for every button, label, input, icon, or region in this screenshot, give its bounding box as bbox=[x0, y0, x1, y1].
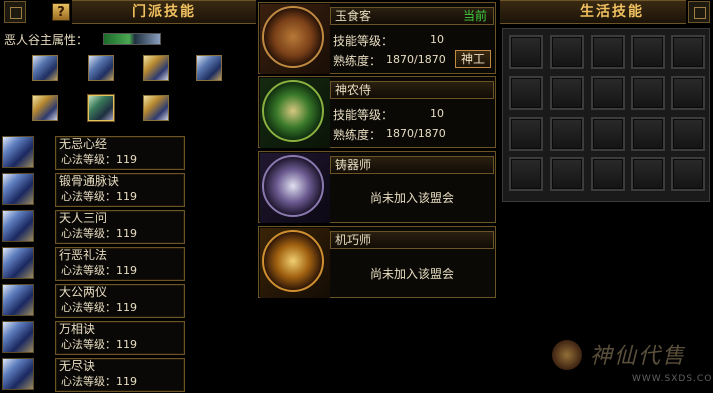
skill-book-icon[interactable] bbox=[2, 321, 34, 353]
left-header: 门派技能 bbox=[72, 0, 256, 24]
skill-book-icon[interactable] bbox=[2, 284, 34, 316]
right-title: 生活技能 bbox=[580, 4, 644, 20]
technique-book-icon[interactable] bbox=[196, 55, 222, 81]
proficiency-value: 1870/1870 bbox=[386, 53, 446, 66]
cook-emblem-icon bbox=[262, 6, 324, 68]
life-skill-slot[interactable] bbox=[631, 35, 665, 69]
profession-name: 玉食客 bbox=[335, 9, 372, 23]
skill-book-icon[interactable] bbox=[2, 173, 34, 205]
watermark-logo-icon bbox=[552, 340, 582, 370]
divine-craft-button[interactable]: 神工 bbox=[455, 50, 491, 68]
proficiency-label: 熟练度： bbox=[333, 54, 382, 68]
life-skill-slot[interactable] bbox=[671, 76, 705, 110]
skill-row[interactable]: 无尽诀 心法等级：119 bbox=[55, 358, 185, 392]
not-joined-message: 尚未加入该盟会 bbox=[369, 267, 454, 281]
skill-level: 心法等级：119 bbox=[61, 338, 137, 351]
skill-level: 心法等级：119 bbox=[61, 375, 137, 388]
skill-row[interactable]: 无忌心经 心法等级：119 bbox=[55, 136, 185, 170]
watermark-text: 神仙代售 bbox=[590, 344, 687, 369]
life-skill-slot[interactable] bbox=[631, 157, 665, 191]
attribute-indicator bbox=[103, 33, 161, 45]
skill-row[interactable]: 行恶礼法 心法等级：119 bbox=[55, 247, 185, 281]
right-header: 生活技能 bbox=[500, 0, 686, 24]
life-skill-slot[interactable] bbox=[509, 157, 543, 191]
technique-book-icon[interactable] bbox=[32, 95, 58, 121]
technique-book-icon[interactable] bbox=[88, 55, 114, 81]
profession-name-bar: 玉食客 当前 bbox=[330, 7, 494, 25]
skill-level-value: 10 bbox=[430, 33, 444, 46]
life-skill-slot[interactable] bbox=[591, 35, 625, 69]
life-skill-slot[interactable] bbox=[509, 76, 543, 110]
mechanic-emblem-icon bbox=[262, 230, 324, 292]
profession-name: 神农侍 bbox=[335, 83, 372, 97]
life-skill-slot[interactable] bbox=[591, 76, 625, 110]
smith-emblem-icon bbox=[262, 155, 324, 217]
skill-name: 大公两仪 bbox=[59, 285, 108, 299]
technique-book-icon[interactable] bbox=[143, 55, 169, 81]
skill-row[interactable]: 大公两仪 心法等级：119 bbox=[55, 284, 185, 318]
life-skill-slot[interactable] bbox=[631, 76, 665, 110]
life-skill-slot[interactable] bbox=[509, 35, 543, 69]
skill-row[interactable]: 锻骨通脉诀 心法等级：119 bbox=[55, 173, 185, 207]
not-joined-message: 尚未加入该盟会 bbox=[369, 191, 454, 205]
current-status-badge: 当前 bbox=[462, 9, 487, 23]
skill-level: 心法等级：119 bbox=[61, 153, 137, 166]
skill-row[interactable]: 天人三问 心法等级：119 bbox=[55, 210, 185, 244]
skill-name: 万相诀 bbox=[59, 322, 96, 336]
right-corner-ornament bbox=[688, 1, 710, 23]
profession-name-bar: 机巧师 bbox=[330, 231, 494, 249]
skill-name: 天人三问 bbox=[59, 211, 108, 225]
watermark-url: WWW.SXDS.COM bbox=[632, 374, 713, 384]
skill-level-label: 技能等级： bbox=[333, 108, 394, 122]
skill-level: 心法等级：119 bbox=[61, 301, 137, 314]
skill-level: 心法等级：119 bbox=[61, 190, 137, 203]
life-skill-slot[interactable] bbox=[591, 157, 625, 191]
left-help-button[interactable]: ? bbox=[52, 3, 70, 21]
skill-level: 心法等级：119 bbox=[61, 264, 137, 277]
life-skill-slot[interactable] bbox=[671, 35, 705, 69]
technique-book-icon[interactable] bbox=[32, 55, 58, 81]
skill-level: 心法等级：119 bbox=[61, 227, 137, 240]
life-skill-slot[interactable] bbox=[591, 117, 625, 151]
life-skill-slot[interactable] bbox=[550, 157, 584, 191]
life-skill-slot[interactable] bbox=[550, 117, 584, 151]
skill-level-value: 10 bbox=[430, 107, 444, 120]
profession-name-bar: 铸器师 bbox=[330, 156, 494, 174]
skill-name: 行恶礼法 bbox=[59, 248, 108, 262]
skill-row[interactable]: 万相诀 心法等级：119 bbox=[55, 321, 185, 355]
skill-book-icon[interactable] bbox=[2, 210, 34, 242]
left-title: 门派技能 bbox=[132, 4, 196, 20]
profession-name: 机巧师 bbox=[335, 233, 372, 247]
proficiency-value: 1870/1870 bbox=[386, 127, 446, 140]
skill-name: 无尽诀 bbox=[59, 359, 96, 373]
skill-book-icon[interactable] bbox=[2, 358, 34, 390]
technique-book-icon[interactable] bbox=[88, 95, 114, 121]
profession-name-bar: 神农侍 bbox=[330, 81, 494, 99]
life-skill-slot[interactable] bbox=[509, 117, 543, 151]
life-skill-slot[interactable] bbox=[671, 117, 705, 151]
herbalist-emblem-icon bbox=[262, 80, 324, 142]
proficiency-label: 熟练度： bbox=[333, 128, 382, 142]
life-skill-slot[interactable] bbox=[550, 35, 584, 69]
skill-name: 锻骨通脉诀 bbox=[59, 174, 120, 188]
left-corner-ornament bbox=[4, 1, 26, 23]
technique-book-icon[interactable] bbox=[143, 95, 169, 121]
life-skill-slot[interactable] bbox=[671, 157, 705, 191]
profession-name: 铸器师 bbox=[335, 158, 372, 172]
skill-level-label: 技能等级： bbox=[333, 34, 394, 48]
life-skill-slot[interactable] bbox=[631, 117, 665, 151]
skill-book-icon[interactable] bbox=[2, 247, 34, 279]
life-skill-grid bbox=[502, 28, 710, 202]
skill-book-icon[interactable] bbox=[2, 136, 34, 168]
attribute-label: 恶人谷主属性： bbox=[4, 33, 89, 47]
skill-name: 无忌心经 bbox=[59, 137, 108, 151]
life-skill-slot[interactable] bbox=[550, 76, 584, 110]
